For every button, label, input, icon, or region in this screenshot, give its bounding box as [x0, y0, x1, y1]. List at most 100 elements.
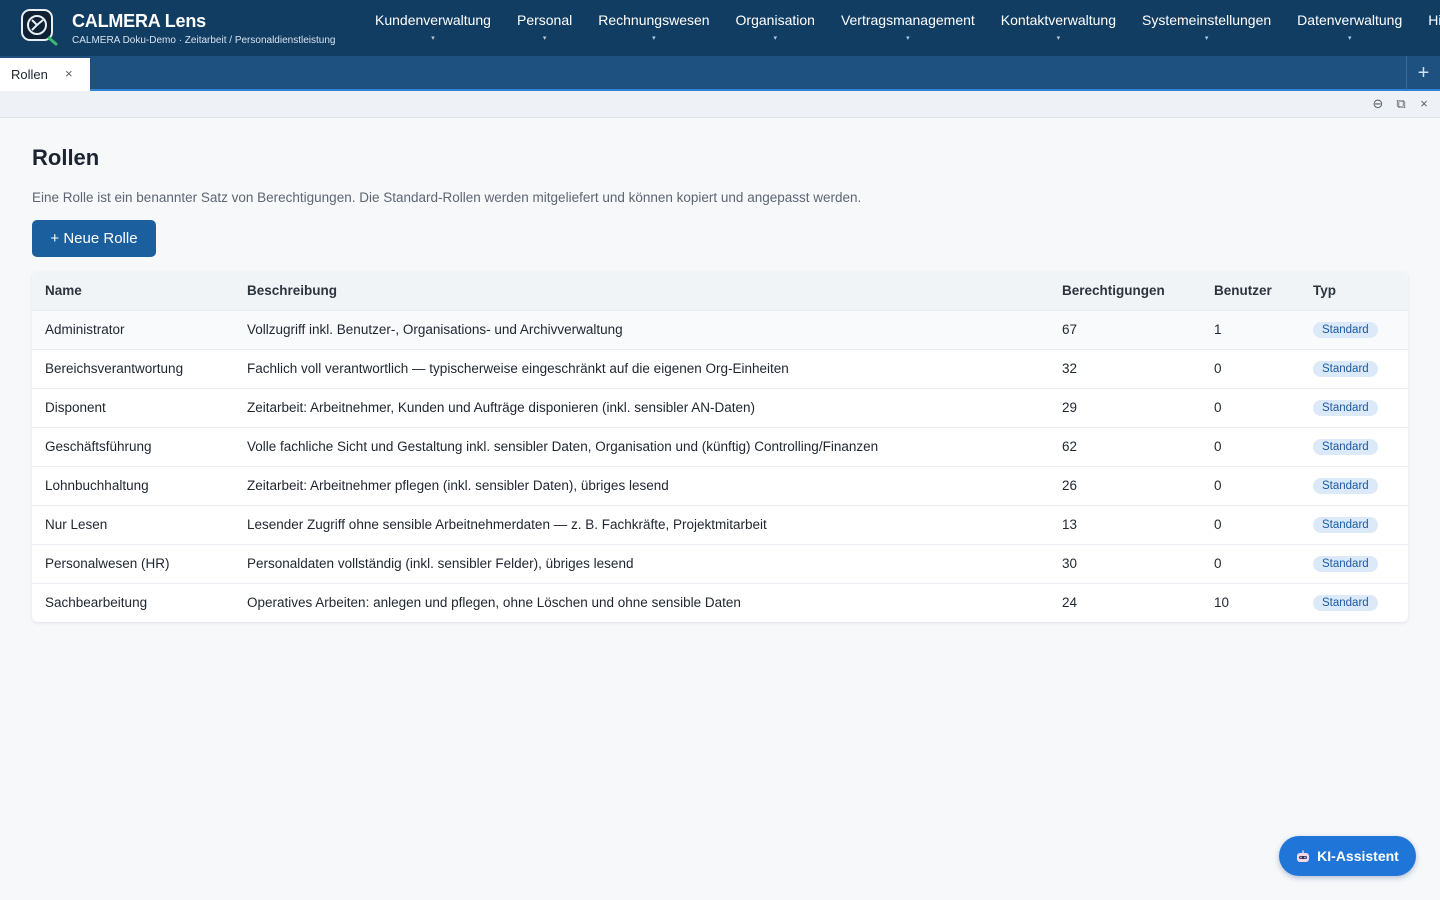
cell-name: Disponent — [32, 387, 234, 427]
cell-beschreibung: Lesender Zugriff ohne sensible Arbeitneh… — [234, 504, 1049, 544]
app-title: CALMERA Lens — [72, 11, 206, 31]
menu-label: Datenverwaltung — [1297, 12, 1403, 28]
column-header-typ[interactable]: Typ — [1300, 272, 1408, 310]
type-badge: Standard — [1313, 556, 1378, 572]
chevron-down-icon: ▾ — [652, 35, 656, 42]
type-badge: Standard — [1313, 361, 1378, 377]
cell-name: Personalwesen (HR) — [32, 543, 234, 583]
cell-name: Lohnbuchhaltung — [32, 465, 234, 505]
cell-name: Nur Lesen — [32, 504, 234, 544]
cell-berechtigungen: 13 — [1049, 504, 1201, 544]
column-header-benutzer[interactable]: Benutzer — [1201, 272, 1300, 310]
add-tab-icon[interactable]: + — [1406, 56, 1440, 91]
menu-rechnungswesen[interactable]: Rechnungswesen ▾ — [585, 0, 722, 56]
column-header-name[interactable]: Name — [32, 272, 234, 310]
cell-typ: Standard — [1300, 426, 1408, 466]
cell-berechtigungen: 30 — [1049, 543, 1201, 583]
menu-kundenverwaltung[interactable]: Kundenverwaltung ▾ — [362, 0, 504, 56]
roles-table: Name Beschreibung Berechtigungen Benutze… — [32, 272, 1408, 622]
cell-typ: Standard — [1300, 309, 1408, 349]
cell-benutzer: 0 — [1201, 348, 1300, 388]
main-menu: Kundenverwaltung ▾ Personal ▾ Rechnungswes… — [362, 0, 1440, 56]
cell-typ: Standard — [1300, 348, 1408, 388]
window-controls-strip: ⊖ ⧉ × — [0, 91, 1440, 118]
cell-benutzer: 10 — [1201, 582, 1300, 622]
menu-label: Rechnungswesen — [598, 12, 710, 28]
cell-berechtigungen: 32 — [1049, 348, 1201, 388]
table-header-row: Name Beschreibung Berechtigungen Benutze… — [32, 272, 1408, 310]
chevron-down-icon: ▾ — [1204, 35, 1209, 42]
chevron-down-icon: ▾ — [1347, 35, 1352, 42]
cell-benutzer: 0 — [1201, 543, 1300, 583]
close-icon[interactable]: × — [1415, 95, 1433, 113]
menu-label: Hilfebe — [1428, 12, 1440, 28]
tab-label: Rollen — [11, 67, 48, 82]
top-navigation-bar: CALMERA Lens CALMERA Doku-Demo · Zeitarb… — [0, 0, 1440, 56]
column-header-berechtigungen[interactable]: Berechtigungen — [1049, 272, 1201, 310]
table-row[interactable]: Lohnbuchhaltung Zeitarbeit: Arbeitnehmer… — [32, 465, 1408, 505]
cell-beschreibung: Vollzugriff inkl. Benutzer-, Organisatio… — [234, 309, 1049, 349]
cell-typ: Standard — [1300, 543, 1408, 583]
type-badge: Standard — [1313, 517, 1378, 533]
column-header-beschreibung[interactable]: Beschreibung — [234, 272, 1049, 310]
cell-berechtigungen: 29 — [1049, 387, 1201, 427]
calmera-logo-icon[interactable] — [19, 7, 61, 47]
chevron-down-icon: ▾ — [773, 35, 777, 42]
table-row[interactable]: Nur Lesen Lesender Zugriff ohne sensible… — [32, 504, 1408, 544]
cell-benutzer: 0 — [1201, 387, 1300, 427]
cell-benutzer: 0 — [1201, 504, 1300, 544]
cell-beschreibung: Zeitarbeit: Arbeitnehmer pflegen (inkl. … — [234, 465, 1049, 505]
cell-typ: Standard — [1300, 582, 1408, 622]
cell-berechtigungen: 26 — [1049, 465, 1201, 505]
cell-typ: Standard — [1300, 504, 1408, 544]
cell-name: Geschäftsführung — [32, 426, 234, 466]
table-row[interactable]: Sachbearbeitung Operatives Arbeiten: anl… — [32, 582, 1408, 622]
table-row[interactable]: Geschäftsführung Volle fachliche Sicht u… — [32, 426, 1408, 466]
table-row[interactable]: Disponent Zeitarbeit: Arbeitnehmer, Kund… — [32, 387, 1408, 427]
minimize-icon[interactable]: ⊖ — [1369, 95, 1387, 113]
menu-vertragsmanagement[interactable]: Vertragsmanagement ▾ — [828, 0, 988, 56]
cell-benutzer: 0 — [1201, 426, 1300, 466]
chevron-down-icon: ▾ — [906, 35, 910, 42]
cell-name: Administrator — [32, 309, 234, 349]
menu-label: Kontaktverwaltung — [1000, 12, 1116, 28]
cell-beschreibung: Zeitarbeit: Arbeitnehmer, Kunden und Auf… — [234, 387, 1049, 427]
type-badge: Standard — [1313, 478, 1378, 494]
ki-assistant-button[interactable]: KI-Assistent — [1279, 836, 1416, 876]
chevron-down-icon: ▾ — [431, 35, 435, 42]
cell-berechtigungen: 24 — [1049, 582, 1201, 622]
close-icon[interactable]: × — [65, 66, 73, 81]
cell-benutzer: 0 — [1201, 465, 1300, 505]
menu-hilfe[interactable]: Hilfebe — [1415, 0, 1440, 56]
menu-personal[interactable]: Personal ▾ — [504, 0, 585, 56]
type-badge: Standard — [1313, 400, 1378, 416]
table-row[interactable]: Bereichsverantwortung Fachlich voll vera… — [32, 348, 1408, 388]
cell-typ: Standard — [1300, 387, 1408, 427]
tab-rollen[interactable]: Rollen × — [0, 58, 90, 91]
cell-typ: Standard — [1300, 465, 1408, 505]
chevron-down-icon: ▾ — [542, 35, 547, 42]
robot-icon — [1297, 850, 1310, 862]
cell-beschreibung: Personaldaten vollständig (inkl. sensibl… — [234, 543, 1049, 583]
restore-icon[interactable]: ⧉ — [1392, 95, 1410, 113]
menu-label: Personal — [516, 12, 573, 28]
ki-assistant-label: KI-Assistent — [1317, 848, 1399, 864]
menu-label: Vertragsmanagement — [840, 12, 975, 28]
type-badge: Standard — [1313, 595, 1378, 612]
cell-beschreibung: Fachlich voll verantwortlich — typischer… — [234, 348, 1049, 388]
cell-name: Bereichsverantwortung — [32, 348, 234, 388]
menu-kontaktverwaltung[interactable]: Kontaktverwaltung ▾ — [988, 0, 1129, 56]
menu-organisation[interactable]: Organisation ▾ — [723, 0, 828, 56]
menu-label: Systemeinstellungen — [1141, 12, 1272, 28]
new-role-button[interactable]: + Neue Rolle — [32, 220, 156, 257]
table-row[interactable]: Administrator Vollzugriff inkl. Benutzer… — [32, 309, 1408, 349]
cell-beschreibung: Volle fachliche Sicht und Gestaltung ink… — [234, 426, 1049, 466]
chevron-down-icon: ▾ — [1056, 35, 1061, 42]
cell-benutzer: 1 — [1201, 309, 1300, 349]
menu-label: Kundenverwaltung — [375, 12, 491, 28]
cell-beschreibung: Operatives Arbeiten: anlegen und pflegen… — [234, 582, 1049, 622]
menu-systemeinstellungen[interactable]: Systemeinstellungen ▾ — [1129, 0, 1284, 56]
tab-bar: Rollen × + — [0, 56, 1440, 91]
menu-datenverwaltung[interactable]: Datenverwaltung ▾ — [1284, 0, 1415, 56]
table-row[interactable]: Personalwesen (HR) Personaldaten vollstä… — [32, 543, 1408, 583]
